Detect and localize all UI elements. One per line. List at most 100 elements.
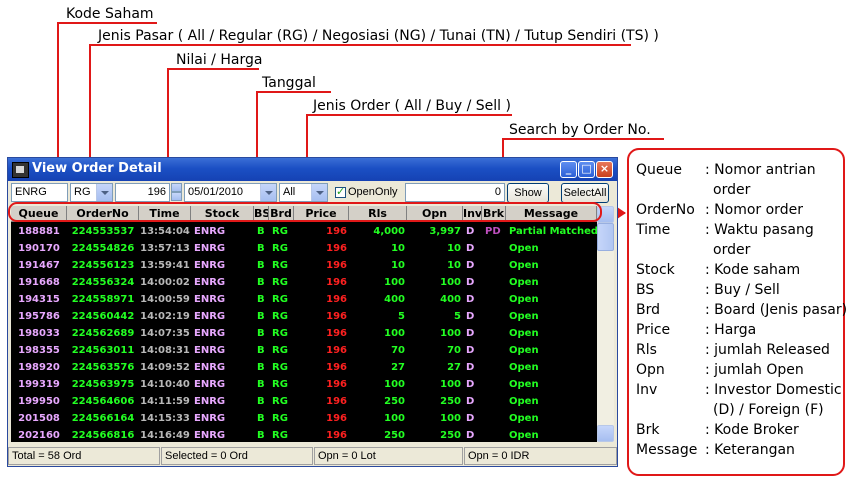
annotation-jenis-order: Jenis Order ( All / Buy / Sell ) (313, 98, 511, 114)
annotation-jenis-pasar: Jenis Pasar ( All / Regular (RG) / Negos… (98, 28, 659, 44)
table-row[interactable]: 194315 224558971 14:00:59 ENRG B RG 196 400 400 D… (11, 291, 597, 308)
cell-stock: ENRG (194, 362, 226, 373)
cell-bs: B (257, 260, 265, 271)
cell-opn: 400 (440, 294, 461, 305)
legend-key: Time (636, 222, 671, 238)
table-row[interactable]: 188881 224553537 13:54:04 ENRG B RG 196 4,000 3,… (11, 223, 597, 240)
legend-value: : Kode Broker (705, 422, 799, 438)
cell-message: Open (509, 277, 539, 288)
price-input[interactable]: 196 (115, 183, 170, 202)
cell-brk (482, 308, 506, 325)
cell-queue: 191668 (18, 277, 60, 288)
maximize-button[interactable]: □ (578, 161, 595, 178)
cell-stock: ENRG (194, 345, 226, 356)
cell-inv: D (466, 379, 475, 390)
cell-stock: ENRG (194, 396, 226, 407)
status-open-lot: Opn = 0 Lot (314, 447, 463, 465)
table-row[interactable]: 202160 224566816 14:16:49 ENRG B RG 196 250 250 D… (11, 427, 597, 442)
cell-bs: B (257, 294, 265, 305)
market-select[interactable]: RG (70, 183, 113, 202)
legend-key: Queue (636, 162, 682, 178)
cell-price: 196 (326, 379, 347, 390)
date-picker[interactable]: 05/01/2010 (184, 183, 277, 202)
cell-brk (482, 427, 506, 442)
annotation-tanggal: Tanggal (262, 75, 316, 91)
order-number-input[interactable]: 0 (405, 183, 505, 202)
table-row[interactable]: 191467 224556123 13:59:41 ENRG B RG 196 10 10 D Op… (11, 257, 597, 274)
cell-bs: B (257, 430, 265, 441)
cell-price: 196 (326, 362, 347, 373)
minimize-button[interactable]: _ (560, 161, 577, 178)
legend-key: Inv (636, 382, 658, 398)
leader-line (306, 114, 512, 116)
cell-price: 196 (326, 345, 347, 356)
scroll-down-icon[interactable] (597, 425, 614, 442)
cell-brd: RG (272, 430, 288, 441)
cell-rls: 100 (384, 413, 405, 424)
table-row[interactable]: 190170 224554826 13:57:13 ENRG B RG 196 10 10 D Op… (11, 240, 597, 257)
legend-key: BS (636, 282, 655, 298)
title-bar[interactable]: View Order Detail _ □ × (8, 158, 617, 181)
vertical-scrollbar[interactable] (597, 206, 614, 442)
table-row[interactable]: 199950 224564606 14:11:59 ENRG B RG 196 250 250 D… (11, 393, 597, 410)
chevron-down-icon[interactable] (311, 184, 327, 201)
cell-order-no: 224560442 (71, 311, 135, 322)
cell-rls: 5 (398, 311, 405, 322)
cell-order-no: 224556324 (71, 277, 135, 288)
cell-message: Open (509, 379, 539, 390)
legend-value: : Waktu pasang (705, 222, 814, 238)
legend-value: : Kode saham (705, 262, 801, 278)
open-only-checkbox[interactable] (335, 185, 346, 198)
cell-brk (482, 274, 506, 291)
price-stepper[interactable] (171, 183, 182, 202)
cell-inv: D (466, 328, 475, 339)
table-row[interactable]: 198920 224563576 14:09:52 ENRG B RG 196 27 27 D Op… (11, 359, 597, 376)
cell-message: Open (509, 260, 539, 271)
table-row[interactable]: 198033 224562689 14:07:35 ENRG B RG 196 100 100 D… (11, 325, 597, 342)
cell-time: 14:16:49 (140, 430, 190, 441)
legend-value: : Board (Jenis pasar) (705, 302, 848, 318)
chevron-down-icon[interactable] (96, 184, 112, 201)
annotation-search-order: Search by Order No. (509, 122, 651, 138)
app-icon (12, 162, 29, 178)
cell-message: Open (509, 294, 539, 305)
cell-time: 14:08:31 (140, 345, 190, 356)
table-row[interactable]: 201508 224566164 14:15:33 ENRG B RG 196 100 100 D… (11, 410, 597, 427)
show-button[interactable]: Show (507, 183, 549, 203)
stock-code-value: ENRG (15, 186, 47, 198)
header-highlight (8, 202, 602, 222)
table-row[interactable]: 199319 224563975 14:10:40 ENRG B RG 196 100 100 D… (11, 376, 597, 393)
cell-rls: 400 (384, 294, 405, 305)
table-row[interactable]: 198355 224563011 14:08:31 ENRG B RG 196 70 70 D Op… (11, 342, 597, 359)
cell-inv: D (466, 294, 475, 305)
cell-brd: RG (272, 243, 288, 254)
cell-bs: B (257, 413, 265, 424)
cell-order-no: 224563975 (71, 379, 135, 390)
scroll-thumb[interactable] (597, 223, 614, 251)
cell-inv: D (466, 413, 475, 424)
cell-opn: 10 (447, 243, 461, 254)
cell-brk (482, 291, 506, 308)
order-grid[interactable]: Queue OrderNo Time Stock BS Brd Price Rls Opn Inv… (11, 206, 597, 442)
cell-message: Open (509, 311, 539, 322)
cell-queue: 199950 (18, 396, 60, 407)
status-open-idr: Opn = 0 IDR (464, 447, 617, 465)
cell-bs: B (257, 277, 265, 288)
cell-rls: 100 (384, 277, 405, 288)
close-button[interactable]: × (596, 161, 613, 178)
stepper-down-icon[interactable] (171, 192, 182, 201)
chevron-down-icon[interactable] (260, 184, 276, 201)
table-row[interactable]: 195786 224560442 14:02:19 ENRG B RG 196 5 5 D Open (11, 308, 597, 325)
cell-time: 14:11:59 (140, 396, 190, 407)
cell-order-no: 224564606 (71, 396, 135, 407)
order-type-select[interactable]: All (279, 183, 328, 202)
cell-time: 14:02:19 (140, 311, 190, 322)
cell-stock: ENRG (194, 328, 226, 339)
cell-price: 196 (326, 396, 347, 407)
stepper-up-icon[interactable] (171, 183, 182, 192)
select-all-button[interactable]: SelectAll (561, 183, 609, 203)
stock-code-input[interactable]: ENRG (11, 183, 68, 202)
table-row[interactable]: 191668 224556324 14:00:02 ENRG B RG 196 100 100 D… (11, 274, 597, 291)
cell-opn: 100 (440, 277, 461, 288)
cell-brd: RG (272, 328, 288, 339)
